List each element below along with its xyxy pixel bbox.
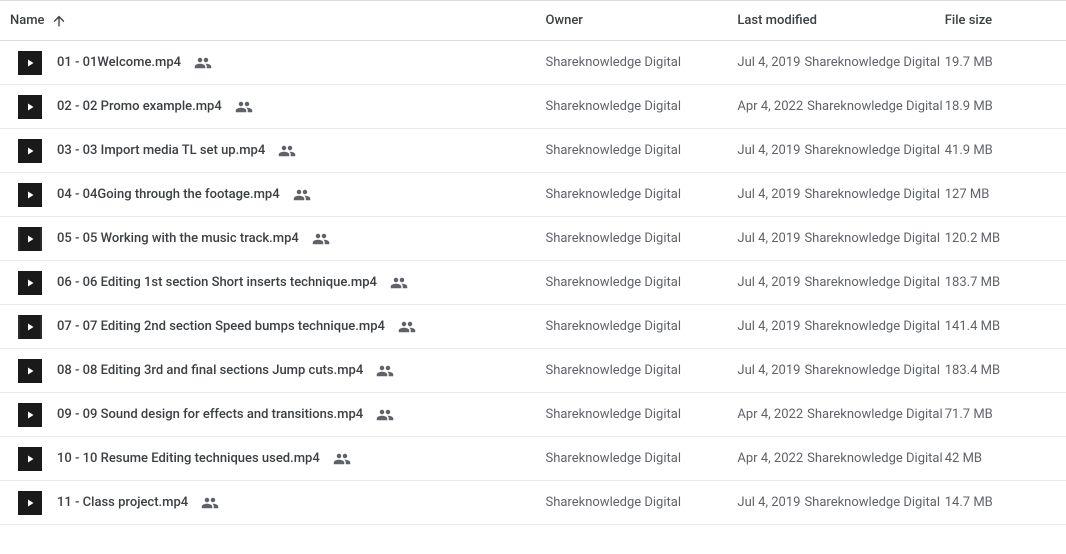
file-owner: Shareknowledge Digital [545,349,737,393]
video-file-icon [18,95,42,119]
video-file-icon [18,51,42,75]
column-header-owner[interactable]: Owner [545,1,737,41]
file-name: 02 - 02 Promo example.mp4 [57,99,222,114]
file-modified-date: Jul 4, 2019 [737,495,800,510]
file-row[interactable]: 02 - 02 Promo example.mp4 Shareknowledge… [0,85,1066,129]
file-row[interactable]: 08 - 08 Editing 3rd and final sections J… [0,349,1066,393]
video-file-icon [18,139,42,163]
file-row[interactable]: 06 - 06 Editing 1st section Short insert… [0,261,1066,305]
file-owner: Shareknowledge Digital [545,437,737,481]
file-name: 03 - 03 Import media TL set up.mp4 [57,143,265,158]
shared-icon [376,362,394,380]
file-size: 183.7 MB [945,261,1066,305]
file-size: 14.7 MB [945,481,1066,525]
file-row[interactable]: 10 - 10 Resume Editing techniques used.m… [0,437,1066,481]
file-modified-by: Shareknowledge Digital [804,319,940,334]
file-name: 08 - 08 Editing 3rd and final sections J… [57,363,363,378]
file-size: 18.9 MB [945,85,1066,129]
table-header-row: Name Owner Last modified File size [0,1,1066,41]
shared-icon [235,98,253,116]
file-modified-date: Jul 4, 2019 [737,231,800,246]
shared-icon [293,186,311,204]
file-owner: Shareknowledge Digital [545,85,737,129]
shared-icon [312,230,330,248]
file-name: 10 - 10 Resume Editing techniques used.m… [57,451,320,466]
file-modified-date: Jul 4, 2019 [737,319,800,334]
file-modified-by: Shareknowledge Digital [804,495,940,510]
file-modified-by: Shareknowledge Digital [807,451,943,466]
video-file-icon [18,403,42,427]
shared-icon [398,318,416,336]
file-size: 183.4 MB [945,349,1066,393]
video-file-icon [18,271,42,295]
shared-icon [278,142,296,160]
shared-icon [194,54,212,72]
file-owner: Shareknowledge Digital [545,173,737,217]
file-owner: Shareknowledge Digital [545,217,737,261]
file-name: 06 - 06 Editing 1st section Short insert… [57,275,377,290]
column-header-file-size-label: File size [945,13,992,28]
video-file-icon [18,227,42,251]
file-size: 127 MB [945,173,1066,217]
column-header-last-modified-label: Last modified [737,13,817,28]
sort-ascending-icon [51,13,67,29]
shared-icon [333,450,351,468]
column-header-name[interactable]: Name [0,1,545,41]
column-header-owner-label: Owner [545,13,582,28]
file-name: 07 - 07 Editing 2nd section Speed bumps … [57,319,385,334]
column-header-file-size[interactable]: File size [945,1,1066,41]
video-file-icon [18,183,42,207]
shared-icon [201,494,219,512]
video-file-icon [18,315,42,339]
file-modified-by: Shareknowledge Digital [804,275,940,290]
file-modified-date: Jul 4, 2019 [737,143,800,158]
video-file-icon [18,447,42,471]
file-modified-by: Shareknowledge Digital [807,407,943,422]
video-file-icon [18,359,42,383]
file-modified-by: Shareknowledge Digital [804,363,940,378]
file-row[interactable]: 05 - 05 Working with the music track.mp4… [0,217,1066,261]
file-size: 120.2 MB [945,217,1066,261]
file-modified-date: Jul 4, 2019 [737,275,800,290]
file-modified-by: Shareknowledge Digital [804,187,940,202]
column-header-last-modified[interactable]: Last modified [737,1,944,41]
file-owner: Shareknowledge Digital [545,393,737,437]
file-name: 04 - 04Going through the footage.mp4 [57,187,280,202]
column-header-name-label: Name [10,13,45,28]
file-modified-by: Shareknowledge Digital [807,99,943,114]
shared-icon [376,406,394,424]
file-modified-date: Apr 4, 2022 [737,99,803,114]
video-file-icon [18,491,42,515]
file-owner: Shareknowledge Digital [545,41,737,85]
file-row[interactable]: 01 - 01Welcome.mp4 Shareknowledge Digita… [0,41,1066,85]
file-row[interactable]: 09 - 09 Sound design for effects and tra… [0,393,1066,437]
file-modified-by: Shareknowledge Digital [804,143,940,158]
file-name: 09 - 09 Sound design for effects and tra… [57,407,363,422]
file-size: 141.4 MB [945,305,1066,349]
file-name: 05 - 05 Working with the music track.mp4 [57,231,299,246]
file-list-table: Name Owner Last modified File size 01 - … [0,0,1066,525]
file-modified-date: Jul 4, 2019 [737,55,800,70]
file-modified-date: Jul 4, 2019 [737,363,800,378]
file-modified-date: Jul 4, 2019 [737,187,800,202]
file-row[interactable]: 03 - 03 Import media TL set up.mp4 Share… [0,129,1066,173]
file-modified-date: Apr 4, 2022 [737,407,803,422]
file-row[interactable]: 07 - 07 Editing 2nd section Speed bumps … [0,305,1066,349]
file-row[interactable]: 11 - Class project.mp4 Shareknowledge Di… [0,481,1066,525]
file-size: 42 MB [945,437,1066,481]
file-modified-date: Apr 4, 2022 [737,451,803,466]
file-size: 19.7 MB [945,41,1066,85]
file-owner: Shareknowledge Digital [545,481,737,525]
shared-icon [390,274,408,292]
file-size: 41.9 MB [945,129,1066,173]
file-name: 11 - Class project.mp4 [57,495,188,510]
file-name: 01 - 01Welcome.mp4 [57,55,181,70]
file-owner: Shareknowledge Digital [545,261,737,305]
file-size: 71.7 MB [945,393,1066,437]
file-owner: Shareknowledge Digital [545,305,737,349]
file-row[interactable]: 04 - 04Going through the footage.mp4 Sha… [0,173,1066,217]
file-modified-by: Shareknowledge Digital [804,55,940,70]
file-modified-by: Shareknowledge Digital [804,231,940,246]
file-owner: Shareknowledge Digital [545,129,737,173]
